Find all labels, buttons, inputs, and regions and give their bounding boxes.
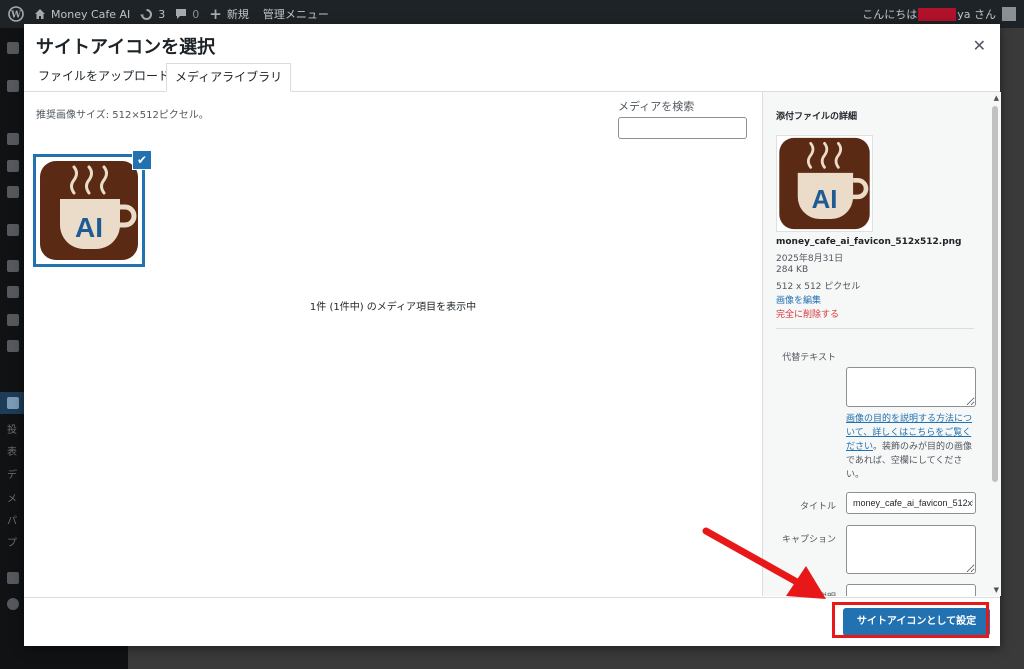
redacted-username xyxy=(918,7,957,21)
highlight-box xyxy=(832,602,989,638)
pin-icon xyxy=(7,80,19,92)
description-field[interactable] xyxy=(846,584,976,596)
updates-link[interactable]: 3 xyxy=(140,8,165,21)
sidebar-sub-item: デ xyxy=(7,470,17,481)
media-modal: サイトアイコンを選択 ✕ ファイルをアップロード メディアライブラリ 推奨画像サ… xyxy=(24,24,1001,646)
sidebar-sub-item: 表 xyxy=(7,447,17,458)
caption-label: キャプション xyxy=(781,535,836,545)
selected-check-icon[interactable]: ✔ xyxy=(132,150,152,170)
dashboard-icon xyxy=(7,42,19,54)
search-label: メディアを検索 xyxy=(618,100,695,113)
comments-icon xyxy=(7,186,19,198)
modal-title: サイトアイコンを選択 xyxy=(36,37,216,58)
comment-icon xyxy=(176,9,187,19)
coffee-cup-icon: AI xyxy=(40,161,138,260)
attachment-details-heading: 添付ファイルの詳細 xyxy=(776,112,858,122)
scrollbar-thumb[interactable] xyxy=(992,106,998,482)
title-field[interactable] xyxy=(846,492,976,514)
tools-icon xyxy=(7,286,19,298)
home-icon xyxy=(35,9,45,19)
attachment-filename: money_cafe_ai_favicon_512x512.png xyxy=(776,237,962,247)
sidebar-sub-item: 投 xyxy=(7,425,17,436)
plus-icon: + xyxy=(209,5,222,23)
collapse-icon xyxy=(7,572,19,584)
attachment-preview: AI xyxy=(776,135,873,232)
divider xyxy=(776,328,974,329)
attachment-dimensions: 512 x 512 ピクセル xyxy=(776,282,861,292)
greeting-suffix: ya さん xyxy=(957,8,996,21)
media-thumbnail[interactable]: AI xyxy=(33,154,145,267)
close-icon[interactable]: ✕ xyxy=(973,36,986,55)
sidebar-sub-item: パ xyxy=(7,516,17,527)
delete-permanently-link[interactable]: 完全に削除する xyxy=(776,307,839,320)
recommended-size-hint: 推奨画像サイズ: 512×512ピクセル。 xyxy=(36,110,209,121)
description-label: 説明 xyxy=(776,590,836,596)
site-name: Money Cafe AI xyxy=(51,7,131,21)
title-label: タイトル xyxy=(799,502,836,512)
manage-menu-label: 管理メニュー xyxy=(262,8,329,21)
scroll-up-icon[interactable]: ▲ xyxy=(994,94,999,102)
attachment-filesize: 284 KB xyxy=(776,265,809,275)
updates-count: 3 xyxy=(158,7,166,21)
edit-image-link[interactable]: 画像を編集 xyxy=(776,293,821,306)
attachment-details-panel: 添付ファイルの詳細 AI money_cafe_ai_favicon_512x5… xyxy=(762,92,1001,596)
preview-ai-text: AI xyxy=(812,186,838,214)
new-label: 新規 xyxy=(226,8,249,21)
sidebar-sub-item: メ xyxy=(7,494,17,505)
new-content-link[interactable]: + 新規 xyxy=(209,6,249,22)
modal-tabs: ファイルをアップロード メディアライブラリ xyxy=(24,63,1000,92)
media-library-content: 推奨画像サイズ: 512×512ピクセル。 メディアを検索 AI ✔ 1件 (1… xyxy=(24,92,762,596)
media-count-text: 1件 (1件中) のメディア項目を表示中 xyxy=(309,302,477,313)
avatar[interactable] xyxy=(1002,7,1016,21)
alt-text-help: 画像の目的を説明する方法について、詳しくはこちらをご覧ください。装飾のみが目的の… xyxy=(846,412,976,482)
appearance-icon xyxy=(7,224,19,236)
alt-text-field[interactable] xyxy=(846,367,976,407)
thumbnail-ai-text: AI xyxy=(75,212,103,243)
sidebar-sub-item: プ xyxy=(7,538,17,549)
tab-media-library[interactable]: メディアライブラリ xyxy=(166,63,292,92)
wordpress-logo-icon[interactable]: W xyxy=(8,6,24,22)
greeting-prefix: こんにちは xyxy=(862,8,918,21)
site-name-link[interactable]: Money Cafe AI xyxy=(34,8,130,21)
caption-field[interactable] xyxy=(846,525,976,574)
search-input[interactable] xyxy=(618,117,747,139)
info-icon xyxy=(7,598,19,610)
attachment-date: 2025年8月31日 xyxy=(776,254,844,264)
svg-text:W: W xyxy=(10,11,22,21)
comments-link[interactable]: 0 xyxy=(175,8,199,21)
scroll-down-icon[interactable]: ▼ xyxy=(994,586,999,594)
alt-text-label: 代替テキスト xyxy=(782,353,836,363)
plugins-icon xyxy=(7,260,19,272)
pages-icon xyxy=(7,160,19,172)
comments-count: 0 xyxy=(192,7,200,21)
coffee-cup-icon: AI xyxy=(779,137,870,230)
settings-icon xyxy=(7,397,19,409)
users-icon xyxy=(7,314,19,326)
media-icon xyxy=(7,133,19,145)
tab-upload-files[interactable]: ファイルをアップロード xyxy=(30,63,178,90)
updates-icon xyxy=(140,8,153,20)
page-background xyxy=(128,645,1024,669)
manage-menu-link[interactable]: 管理メニュー xyxy=(263,6,329,22)
wrench-icon xyxy=(7,340,19,352)
